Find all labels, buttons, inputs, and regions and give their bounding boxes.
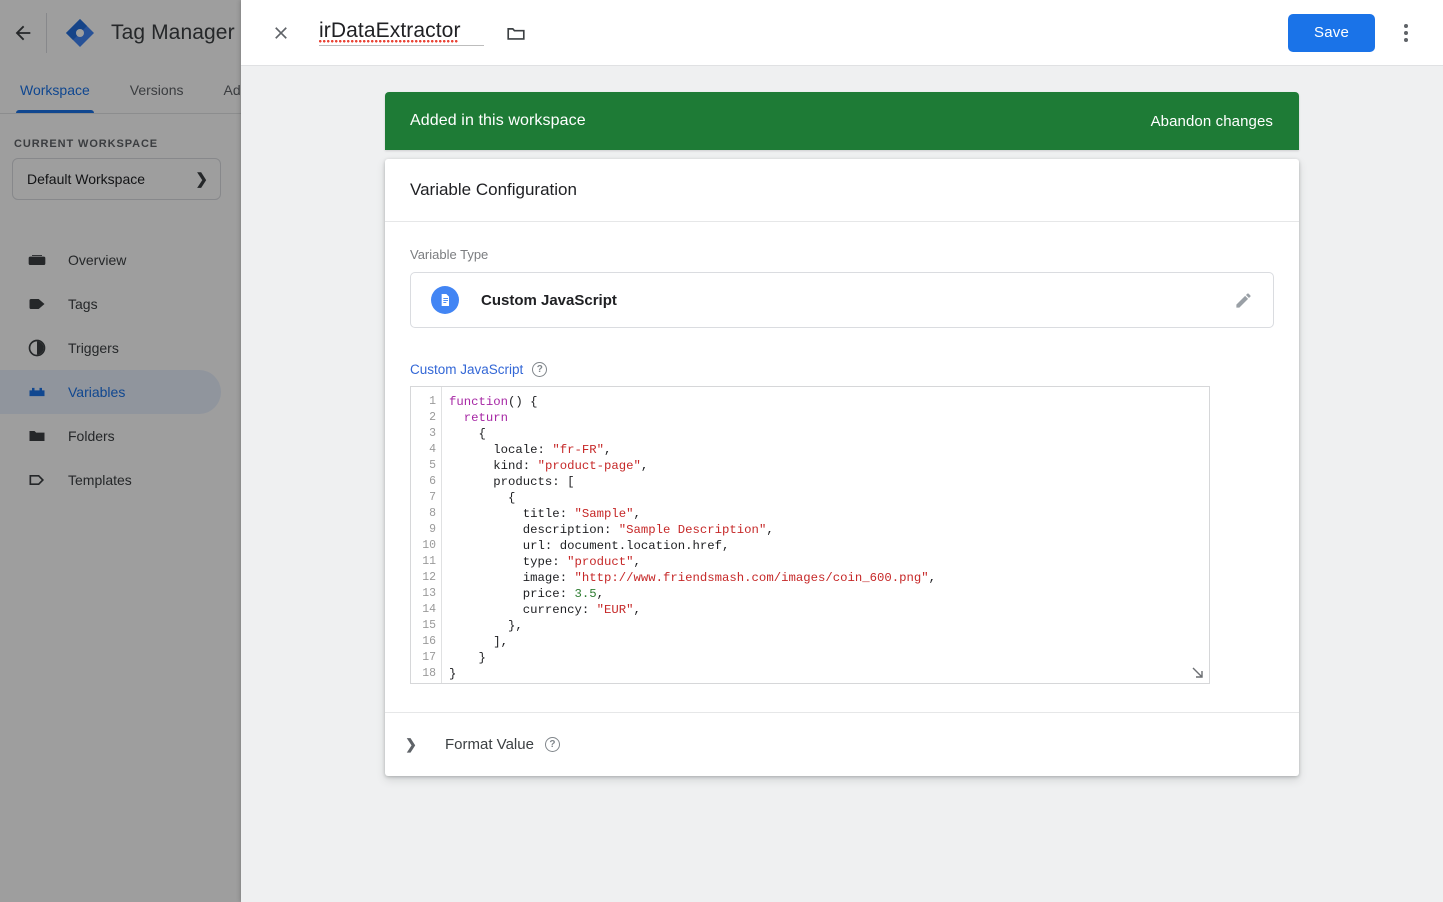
variable-configuration-card: Variable Configuration Variable Type Cus… xyxy=(385,159,1299,776)
close-icon[interactable] xyxy=(263,15,299,51)
line-number: 9 xyxy=(429,523,436,536)
line-number: 15 xyxy=(422,619,436,632)
line-number: 3 xyxy=(429,427,436,440)
folder-icon xyxy=(26,425,48,447)
line-number: 6 xyxy=(429,475,436,488)
pencil-icon[interactable] xyxy=(1231,288,1255,312)
line-number: 7 xyxy=(429,491,436,504)
code-editor[interactable]: 1 2 3 4 5 6 7 8 9 10 11 12 13 14 15 16 1… xyxy=(410,386,1210,684)
format-value-row[interactable]: ❯ Format Value ? xyxy=(385,713,1299,776)
more-vert-icon[interactable] xyxy=(1387,14,1425,52)
help-icon[interactable]: ? xyxy=(544,737,560,752)
back-arrow-icon[interactable] xyxy=(4,14,42,52)
card-title: Variable Configuration xyxy=(385,159,1299,222)
chevron-right-icon: ❯ xyxy=(405,736,417,752)
workspace-status-banner: Added in this workspace Abandon changes xyxy=(385,92,1299,150)
abandon-changes-link[interactable]: Abandon changes xyxy=(1151,113,1273,130)
sidebar-item-overview[interactable]: Overview xyxy=(0,238,221,282)
code-content[interactable]: function() { return { locale: "fr-FR", k… xyxy=(442,387,1209,683)
line-number: 8 xyxy=(429,507,436,520)
line-number: 1 xyxy=(429,395,436,408)
sidebar-nav: Overview Tags Triggers Variables Folders… xyxy=(0,238,241,502)
custom-javascript-icon xyxy=(431,286,459,314)
line-number: 14 xyxy=(422,603,436,616)
tag-icon xyxy=(26,293,48,315)
variables-icon xyxy=(26,381,48,403)
variable-editor-dialog: Save Added in this workspace Abandon cha… xyxy=(241,0,1443,902)
help-icon[interactable]: ? xyxy=(532,362,548,377)
current-workspace-name: Default Workspace xyxy=(27,171,146,187)
sidebar-item-label: Variables xyxy=(68,384,126,400)
screen: Tag Manager Workspace Versions Ad CURREN… xyxy=(0,0,1443,902)
variable-name-wrap xyxy=(319,19,484,46)
variable-type-row[interactable]: Custom JavaScript xyxy=(410,272,1274,328)
line-number: 4 xyxy=(429,443,436,456)
template-icon xyxy=(26,469,48,491)
line-number: 2 xyxy=(429,411,436,424)
save-button[interactable]: Save xyxy=(1288,13,1375,52)
tab-versions[interactable]: Versions xyxy=(110,66,204,113)
resize-handle-icon[interactable] xyxy=(1191,666,1205,680)
custom-javascript-label: Custom JavaScript xyxy=(410,362,524,377)
tag-manager-logo-icon xyxy=(63,16,97,50)
card-body: Variable Type Custom JavaScript Custom J… xyxy=(385,222,1299,684)
card-divider: ❯ Format Value ? xyxy=(385,712,1299,776)
line-number: 18 xyxy=(422,667,436,680)
format-value-label: Format Value xyxy=(445,736,534,753)
sidebar: CURRENT WORKSPACE Default Workspace ❯ Ov… xyxy=(0,114,241,902)
tab-workspace[interactable]: Workspace xyxy=(0,66,110,113)
variable-type-name: Custom JavaScript xyxy=(481,291,617,309)
input-underline xyxy=(319,45,484,46)
folder-icon[interactable] xyxy=(498,15,534,51)
sidebar-item-triggers[interactable]: Triggers xyxy=(0,326,221,370)
code-label-row: Custom JavaScript ? xyxy=(410,362,1274,377)
dialog-header: Save xyxy=(241,0,1443,66)
sidebar-item-variables[interactable]: Variables xyxy=(0,370,221,414)
chevron-right-icon: ❯ xyxy=(195,171,208,188)
sidebar-item-label: Templates xyxy=(68,472,132,488)
line-number: 5 xyxy=(429,459,436,472)
sidebar-item-tags[interactable]: Tags xyxy=(0,282,221,326)
line-number: 10 xyxy=(422,539,436,552)
spellcheck-underline xyxy=(319,40,459,43)
sidebar-item-label: Triggers xyxy=(68,340,119,356)
app-title: Tag Manager xyxy=(111,21,235,44)
sidebar-item-templates[interactable]: Templates xyxy=(0,458,221,502)
sidebar-item-label: Folders xyxy=(68,428,115,444)
sidebar-item-folders[interactable]: Folders xyxy=(0,414,221,458)
header-divider xyxy=(46,13,47,53)
line-number-gutter: 1 2 3 4 5 6 7 8 9 10 11 12 13 14 15 16 1… xyxy=(411,387,442,683)
line-number: 13 xyxy=(422,587,436,600)
variable-type-label: Variable Type xyxy=(410,247,489,262)
line-number: 12 xyxy=(422,571,436,584)
sidebar-section-label: CURRENT WORKSPACE xyxy=(14,138,159,150)
trigger-icon xyxy=(26,337,48,359)
overview-icon xyxy=(26,249,48,271)
sidebar-item-label: Overview xyxy=(68,252,127,268)
banner-message: Added in this workspace xyxy=(410,112,586,129)
line-number: 16 xyxy=(422,635,436,648)
line-number: 17 xyxy=(422,651,436,664)
line-number: 11 xyxy=(422,555,436,568)
dialog-body: Added in this workspace Abandon changes … xyxy=(241,67,1443,902)
sidebar-item-label: Tags xyxy=(68,296,98,312)
current-workspace-selector[interactable]: Default Workspace ❯ xyxy=(12,158,221,200)
